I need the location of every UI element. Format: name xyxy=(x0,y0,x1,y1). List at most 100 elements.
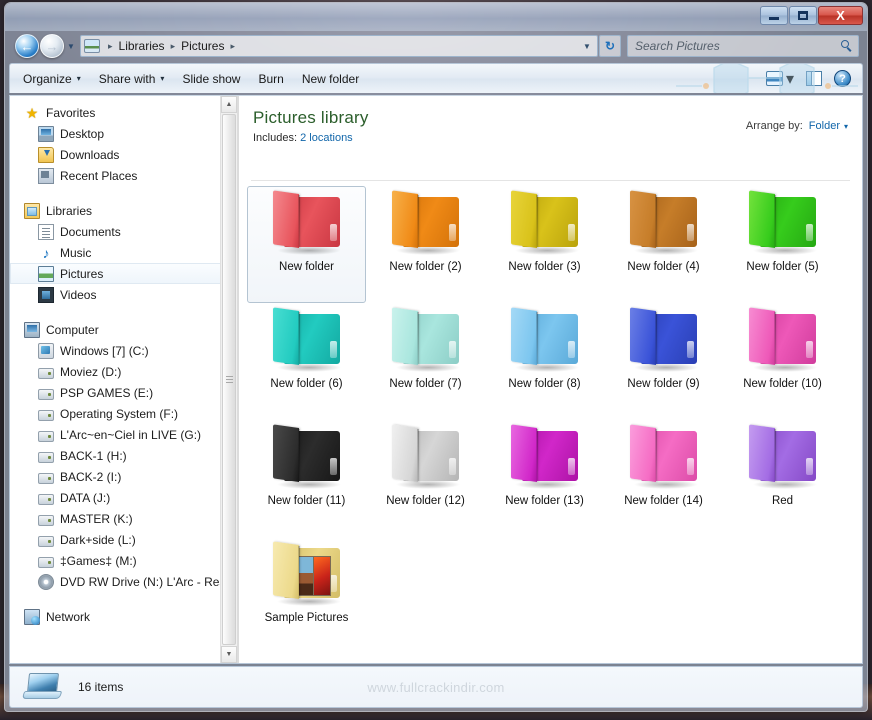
chevron-down-icon: ▾ xyxy=(160,74,165,83)
new-folder-button[interactable]: New folder xyxy=(293,68,368,90)
nav-group-spacer xyxy=(10,186,237,200)
sidebar-item-back-1-h[interactable]: BACK-1 (H:) xyxy=(10,445,237,466)
folder-shadow xyxy=(752,480,817,489)
scroll-down-button[interactable]: ▼ xyxy=(221,646,237,663)
sidebar-item-dvd-rw-drive-n-l-arc-reset-0[interactable]: DVD RW Drive (N:) L'Arc - Reset 0 xyxy=(10,571,237,592)
folder-item[interactable]: Red xyxy=(723,420,842,537)
burn-button[interactable]: Burn xyxy=(249,68,292,90)
folder-item[interactable]: New folder (13) xyxy=(485,420,604,537)
folder-icon xyxy=(389,307,463,372)
title-bar: X xyxy=(5,3,867,31)
scrollbar-thumb[interactable] xyxy=(222,114,236,645)
sidebar-group-network[interactable]: Network xyxy=(10,606,237,627)
breadcrumb-libraries[interactable]: Libraries xyxy=(118,39,166,53)
sidebar-item-desktop[interactable]: Desktop xyxy=(10,123,237,144)
sidebar-item-recent-places[interactable]: Recent Places xyxy=(10,165,237,186)
drive-icon xyxy=(38,451,54,463)
folder-item[interactable]: New folder (5) xyxy=(723,186,842,303)
folder-icon xyxy=(746,190,820,255)
breadcrumb-separator[interactable]: ▸ xyxy=(166,41,181,52)
sidebar-item-label: L'Arc~en~Ciel in LIVE (G:) xyxy=(60,427,202,442)
folder-item[interactable]: New folder (9) xyxy=(604,303,723,420)
sidebar-item-label: ‡Games‡ (M:) xyxy=(60,553,137,568)
sidebar-item-back-2-i[interactable]: BACK-2 (I:) xyxy=(10,466,237,487)
preview-pane-button[interactable] xyxy=(801,68,827,89)
sidebar-item-moviez-d[interactable]: Moviez (D:) xyxy=(10,361,237,382)
drive-icon xyxy=(38,514,54,526)
folder-item[interactable]: New folder xyxy=(247,186,366,303)
organize-button[interactable]: Organize ▾ xyxy=(14,68,90,90)
breadcrumb[interactable]: ▸ Libraries ▸ Pictures ▸ ▼ xyxy=(80,35,598,57)
sidebar-item-downloads[interactable]: Downloads xyxy=(10,144,237,165)
folder-item[interactable]: New folder (6) xyxy=(247,303,366,420)
sidebar-group-computer[interactable]: Computer xyxy=(10,319,237,340)
refresh-icon: ↻ xyxy=(604,39,616,53)
folder-label: New folder (10) xyxy=(743,378,822,390)
folder-icon xyxy=(627,307,701,372)
address-dropdown-icon[interactable]: ▼ xyxy=(579,42,595,51)
sidebar-item-dark-side-l[interactable]: Dark+side (L:) xyxy=(10,529,237,550)
help-button[interactable]: ? xyxy=(829,67,856,90)
arrange-by-control: Arrange by: Folder ▾ xyxy=(746,120,848,132)
folder-item[interactable]: New folder (12) xyxy=(366,420,485,537)
sidebar-item-data-j[interactable]: DATA (J:) xyxy=(10,487,237,508)
navigation-pane: ★ Favorites Desktop Downloads Recent Places L… xyxy=(10,96,238,663)
locations-link[interactable]: 2 locations xyxy=(300,132,353,144)
change-view-button[interactable]: ▾ xyxy=(761,66,799,92)
sidebar-item-l-arc-en-ciel-in-live-g[interactable]: L'Arc~en~Ciel in LIVE (G:) xyxy=(10,424,237,445)
maximize-button[interactable] xyxy=(789,6,817,25)
sidebar-group-libraries[interactable]: Libraries xyxy=(10,200,237,221)
window-controls: X xyxy=(760,6,863,25)
sidebar-item-label: Downloads xyxy=(60,147,120,162)
sidebar-item-pictures[interactable]: Pictures xyxy=(10,263,237,284)
folder-item[interactable]: New folder (14) xyxy=(604,420,723,537)
folder-item[interactable]: New folder (10) xyxy=(723,303,842,420)
navigation-tree: ★ Favorites Desktop Downloads Recent Places L… xyxy=(10,96,237,627)
sidebar-item-label: DVD RW Drive (N:) L'Arc - Reset 0 xyxy=(60,574,238,589)
forward-button[interactable]: → xyxy=(40,34,64,58)
breadcrumb-separator[interactable]: ▸ xyxy=(103,41,118,52)
navigation-scrollbar[interactable]: ▲ ▼ xyxy=(220,96,237,663)
explorer-body: ★ Favorites Desktop Downloads Recent Places L… xyxy=(9,95,863,664)
folder-icon xyxy=(508,190,582,255)
folder-item[interactable]: New folder (2) xyxy=(366,186,485,303)
back-button[interactable]: ← xyxy=(15,34,39,58)
folder-front-flap xyxy=(510,307,537,365)
folder-item[interactable]: Sample Pictures xyxy=(247,537,366,654)
sidebar-item-psp-games-e[interactable]: PSP GAMES (E:) xyxy=(10,382,237,403)
minimize-button[interactable] xyxy=(760,6,788,25)
search-box[interactable] xyxy=(627,35,859,57)
sidebar-item-videos[interactable]: Videos xyxy=(10,284,237,305)
drive-icon xyxy=(38,430,54,442)
folder-front-flap xyxy=(510,424,537,482)
sidebar-group-favorites[interactable]: ★ Favorites xyxy=(10,102,237,123)
close-button[interactable]: X xyxy=(818,6,863,25)
sidebar-item-music[interactable]: ♪ Music xyxy=(10,242,237,263)
sidebar-item-windows-7-c[interactable]: Windows [7] (C:) xyxy=(10,340,237,361)
slide-show-button[interactable]: Slide show xyxy=(173,68,249,90)
sidebar-item-games-m[interactable]: ‡Games‡ (M:) xyxy=(10,550,237,571)
folder-item[interactable]: New folder (3) xyxy=(485,186,604,303)
scroll-up-button[interactable]: ▲ xyxy=(221,96,237,113)
folder-icon xyxy=(270,307,344,372)
caret-down-icon: ▼ xyxy=(225,651,233,658)
folder-front-flap xyxy=(391,307,418,365)
history-dropdown-button[interactable]: ▼ xyxy=(64,42,78,51)
search-input[interactable] xyxy=(635,39,841,53)
sidebar-item-operating-system-f[interactable]: Operating System (F:) xyxy=(10,403,237,424)
preview-pane-icon xyxy=(806,71,822,86)
folder-item[interactable]: New folder (8) xyxy=(485,303,604,420)
folder-item[interactable]: New folder (11) xyxy=(247,420,366,537)
sidebar-item-master-k[interactable]: MASTER (K:) xyxy=(10,508,237,529)
folder-front-flap xyxy=(748,190,775,248)
folder-item[interactable]: New folder (7) xyxy=(366,303,485,420)
folder-item[interactable]: New folder (4) xyxy=(604,186,723,303)
documents-icon xyxy=(38,223,54,240)
arrange-by-value[interactable]: Folder ▾ xyxy=(809,120,848,132)
share-with-button[interactable]: Share with ▾ xyxy=(90,68,174,90)
folder-front-flap xyxy=(629,190,656,248)
breadcrumb-pictures[interactable]: Pictures xyxy=(180,39,225,53)
breadcrumb-separator[interactable]: ▸ xyxy=(225,41,240,52)
refresh-button[interactable]: ↻ xyxy=(599,35,621,57)
sidebar-item-documents[interactable]: Documents xyxy=(10,221,237,242)
